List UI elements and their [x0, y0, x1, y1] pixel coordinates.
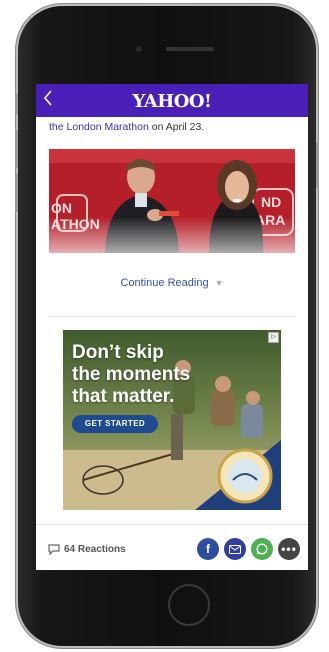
more-icon[interactable]: ••• — [278, 538, 300, 560]
volume-up-button — [15, 130, 18, 168]
reactions-button[interactable]: 64 Reactions — [48, 544, 126, 555]
ad-headline-line-1: Don’t skip — [72, 342, 164, 363]
mail-icon[interactable] — [224, 538, 246, 560]
front-camera — [136, 46, 142, 52]
home-button[interactable] — [168, 584, 210, 626]
lead-rest-text: on April 23. — [148, 121, 205, 133]
article-footer: 64 Reactions f ••• — [36, 534, 308, 570]
mute-switch — [15, 94, 18, 114]
continue-reading-button[interactable]: Continue Reading ▼ — [36, 277, 308, 289]
share-icons: f ••• — [197, 538, 300, 560]
ad-headline: Don’t skip the moments that matter. — [72, 342, 190, 408]
content-divider — [49, 316, 295, 317]
caret-down-icon: ▼ — [214, 278, 224, 288]
continue-reading-label: Continue Reading — [120, 277, 209, 289]
app-header: YAHOO! — [36, 84, 308, 117]
adchoices-icon[interactable]: ▷ — [268, 332, 279, 343]
london-marathon-link[interactable]: the London Marathon — [49, 121, 149, 133]
get-started-button[interactable]: GET STARTED — [72, 415, 158, 433]
yahoo-logo[interactable]: YAHOO! — [36, 91, 308, 112]
power-button — [316, 142, 319, 188]
earpiece-speaker — [166, 47, 214, 51]
app-screen: YAHOO! the London Marathon on April 23. … — [36, 84, 308, 570]
svg-text:ON: ON — [51, 200, 72, 216]
comment-icon — [48, 544, 60, 555]
footer-divider — [36, 524, 308, 525]
whatsapp-icon[interactable] — [251, 538, 273, 560]
volume-down-button — [15, 174, 18, 212]
facebook-icon[interactable]: f — [197, 538, 219, 560]
svg-text:ND: ND — [261, 194, 281, 210]
content-fade-overlay — [36, 217, 308, 324]
advertisement[interactable]: ▷ Don’t skip the moments that matter. GE… — [63, 330, 281, 510]
ad-headline-line-3: that matter. — [72, 386, 175, 407]
ad-headline-line-2: the moments — [72, 364, 191, 385]
reactions-count: 64 Reactions — [64, 544, 126, 555]
article-lead-text: the London Marathon on April 23. — [49, 121, 204, 133]
